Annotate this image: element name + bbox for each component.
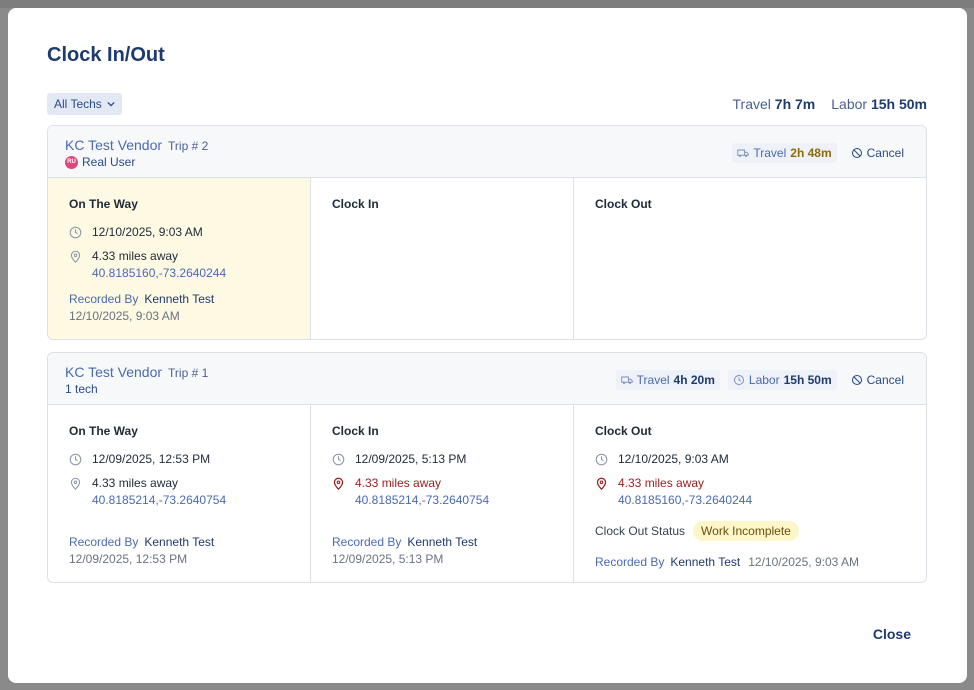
recorded-by-label: Recorded By [332, 535, 402, 549]
travel-label: Travel [636, 373, 670, 387]
ban-icon [851, 147, 862, 159]
clock-out-column: Clock Out [574, 178, 926, 339]
coordinates-link[interactable]: 40.8185160,-73.2640244 [92, 266, 226, 280]
recorded-by-label: Recorded By [595, 555, 665, 569]
vendor-label: KC Test Vendor [65, 137, 163, 153]
event-time: 12/10/2025, 9:03 AM [618, 452, 729, 466]
on-the-way-column: On The Way 12/10/2025, 9:03 AM 4.33 mile… [48, 178, 311, 339]
distance: 4.33 miles away [92, 476, 179, 490]
location-pin-icon [70, 250, 81, 263]
clock-icon [332, 453, 345, 466]
recorded-by: Recorded By Kenneth Test 12/10/2025, 9:03 … [595, 555, 905, 569]
tech-name: Real User [82, 155, 136, 169]
location-pin-icon [70, 477, 81, 490]
distance: 4.33 miles away [618, 476, 705, 490]
recorded-by: Recorded By Kenneth Test 12/09/2025, 5:13… [332, 535, 477, 566]
recorded-by-name: Kenneth Test [144, 292, 215, 306]
trip-tech: RU Real User [65, 155, 135, 169]
recorded-by-label: Recorded By [69, 292, 139, 306]
cancel-label: Cancel [866, 146, 904, 160]
cancel-button[interactable]: Cancel [845, 146, 904, 160]
tech-filter-label: All Techs [54, 97, 102, 111]
total-labor-value: 15h 50m [870, 96, 927, 112]
modal-title: Clock In/Out [47, 44, 165, 66]
recorded-by: Recorded By Kenneth Test 12/09/2025, 12:5… [69, 535, 214, 566]
tech-count: 1 tech [65, 382, 98, 396]
trip-header: KC Test Vendor Trip # 1 1 tech Travel 4h … [48, 353, 926, 405]
travel-pill: Travel 4h 20m [615, 370, 720, 390]
vendor-name[interactable]: KC Test Vendor Trip # 2 [65, 137, 208, 153]
recorded-by-name: Kenneth Test [144, 535, 215, 549]
clock-out-status: Clock Out Status Work Incomplete [595, 521, 905, 541]
recorded-by: Recorded By Kenneth Test 12/10/2025, 9:03… [69, 292, 214, 323]
distance: 4.33 miles away [92, 249, 179, 263]
event-time: 12/09/2025, 5:13 PM [355, 452, 467, 466]
column-title: On The Way [69, 197, 138, 211]
travel-value: 2h 48m [790, 146, 832, 160]
trip-number: Trip # 2 [168, 139, 209, 153]
clock-icon [733, 375, 744, 385]
labor-pill: Labor 15h 50m [727, 370, 837, 390]
location-pin-icon [596, 477, 607, 490]
vendor-name[interactable]: KC Test Vendor Trip # 1 [65, 364, 208, 380]
clock-icon [69, 453, 82, 466]
truck-icon [620, 376, 633, 384]
chevron-down-icon [107, 101, 115, 107]
trip-header: KC Test Vendor Trip # 2 RU Real User Trav… [48, 126, 926, 178]
clock-in-column: Clock In 12/09/2025, 5:13 PM 4.33 miles … [311, 405, 574, 582]
travel-value: 4h 20m [673, 373, 715, 387]
distance: 4.33 miles away [355, 476, 442, 490]
clock-out-column: Clock Out 12/10/2025, 9:03 AM 4.33 miles… [574, 405, 926, 582]
ban-icon [851, 374, 862, 386]
backdrop [0, 0, 974, 8]
recorded-at: 12/10/2025, 9:03 AM [69, 309, 180, 323]
trip-tech: 1 tech [65, 382, 98, 396]
clock-icon [69, 226, 82, 239]
totals-summary: Travel 7h 7m Labor 15h 50m [733, 96, 928, 112]
labor-value: 15h 50m [783, 373, 832, 387]
close-button[interactable]: Close [873, 626, 911, 642]
recorded-by-label: Recorded By [69, 535, 139, 549]
column-title: On The Way [69, 424, 138, 438]
travel-label: Travel [753, 146, 787, 160]
clock-in-out-modal: Clock In/Out All Techs Travel 7h 7m Labo… [8, 8, 967, 683]
trip-card: KC Test Vendor Trip # 1 1 tech Travel 4h … [47, 352, 927, 583]
recorded-by-name: Kenneth Test [407, 535, 478, 549]
vendor-label: KC Test Vendor [65, 364, 163, 380]
status-label: Clock Out Status [595, 524, 686, 538]
recorded-at: 12/09/2025, 5:13 PM [332, 552, 444, 566]
status-badge: Work Incomplete [693, 521, 799, 541]
cancel-label: Cancel [866, 373, 904, 387]
trip-card: KC Test Vendor Trip # 2 RU Real User Trav… [47, 125, 927, 340]
clock-in-column: Clock In [311, 178, 574, 339]
trip-number: Trip # 1 [168, 366, 209, 380]
total-travel-value: 7h 7m [774, 96, 816, 112]
travel-pill: Travel 2h 48m [732, 143, 837, 163]
recorded-at: 12/09/2025, 12:53 PM [69, 552, 188, 566]
truck-icon [737, 149, 750, 157]
event-time: 12/09/2025, 12:53 PM [92, 452, 211, 466]
recorded-by-name: Kenneth Test [670, 555, 741, 569]
clock-icon [595, 453, 608, 466]
location-pin-icon [333, 477, 344, 490]
total-travel-label: Travel [732, 96, 771, 112]
on-the-way-column: On The Way 12/09/2025, 12:53 PM 4.33 mil… [48, 405, 311, 582]
coordinates-link[interactable]: 40.8185160,-73.2640244 [618, 493, 752, 507]
recorded-at: 12/10/2025, 9:03 AM [748, 555, 859, 569]
total-labor-label: Labor [831, 96, 868, 112]
column-title: Clock Out [595, 424, 652, 438]
cancel-button[interactable]: Cancel [845, 373, 904, 387]
column-title: Clock In [332, 197, 379, 211]
coordinates-link[interactable]: 40.8185214,-73.2640754 [92, 493, 226, 507]
tech-filter-dropdown[interactable]: All Techs [47, 93, 122, 115]
coordinates-link[interactable]: 40.8185214,-73.2640754 [355, 493, 489, 507]
event-time: 12/10/2025, 9:03 AM [92, 225, 203, 239]
labor-label: Labor [748, 373, 780, 387]
avatar: RU [65, 155, 78, 169]
column-title: Clock In [332, 424, 379, 438]
column-title: Clock Out [595, 197, 652, 211]
